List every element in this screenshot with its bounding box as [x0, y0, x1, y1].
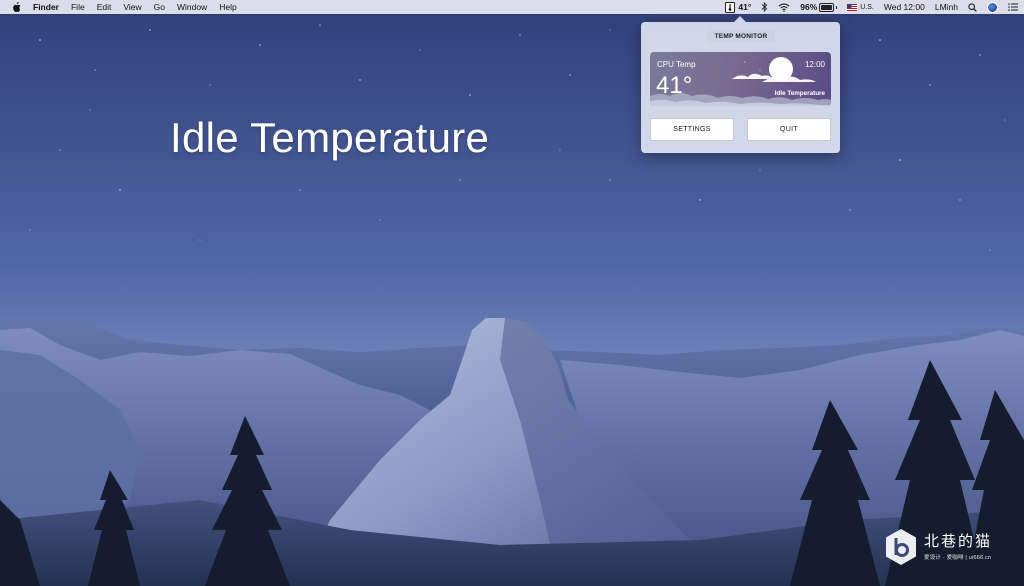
battery-percent: 96% — [800, 2, 818, 12]
desktop-wallpaper — [0, 0, 1024, 586]
watermark-logo-icon — [886, 529, 916, 565]
popover-header: TEMP MONITOR — [707, 30, 775, 42]
apple-menu-icon[interactable] — [12, 2, 24, 12]
input-source-item[interactable]: U.S. — [847, 3, 874, 11]
us-flag-icon — [847, 3, 858, 11]
menu-help[interactable]: Help — [219, 2, 236, 12]
menu-bar: Finder File Edit View Go Window Help 41°… — [0, 0, 1024, 14]
app-name-finder[interactable]: Finder — [33, 2, 59, 12]
wifi-icon[interactable] — [778, 3, 790, 12]
watermark: 北巷的猫 爱设计 · 爱咖啡 | ui666.cn — [884, 528, 1020, 566]
thermometer-icon — [725, 1, 736, 13]
cpu-temp-widget: CPU Temp 41° 12:00 Idle Temperature — [650, 52, 831, 106]
quit-button[interactable]: QUIT — [747, 118, 831, 141]
widget-status: Idle Temperature — [774, 90, 825, 97]
popover-arrow — [734, 16, 746, 22]
battery-icon — [819, 2, 835, 12]
watermark-subtitle: 爱设计 · 爱咖啡 | ui666.cn — [924, 554, 992, 561]
battery-status-item[interactable]: 96% — [800, 2, 838, 12]
widget-temp-value: 41° — [656, 72, 693, 99]
notification-center-icon[interactable] — [1008, 3, 1018, 11]
watermark-title: 北巷的猫 — [924, 532, 993, 550]
settings-button[interactable]: SETTINGS — [650, 118, 734, 141]
temp-monitor-popover: TEMP MONITOR CPU Temp 41° 12:00 Idle Tem… — [641, 16, 840, 153]
input-source-label: U.S. — [860, 3, 874, 11]
temp-status-value: 41° — [738, 2, 752, 12]
spotlight-search-icon[interactable] — [968, 2, 977, 12]
menu-view[interactable]: View — [123, 2, 141, 12]
bluetooth-icon[interactable] — [761, 2, 768, 12]
temp-monitor-status-item[interactable]: 41° — [725, 1, 752, 13]
menu-edit[interactable]: Edit — [97, 2, 112, 12]
desktop-title: Idle Temperature — [170, 114, 490, 161]
widget-label: CPU Temp — [657, 60, 696, 69]
menu-window[interactable]: Window — [177, 2, 207, 12]
siri-avatar-icon[interactable] — [987, 1, 998, 13]
widget-time: 12:00 — [804, 60, 825, 69]
menu-go[interactable]: Go — [154, 2, 165, 12]
menu-file[interactable]: File — [71, 2, 85, 12]
clock[interactable]: Wed 12:00 — [884, 2, 925, 12]
user-name[interactable]: LMinh — [935, 2, 958, 12]
